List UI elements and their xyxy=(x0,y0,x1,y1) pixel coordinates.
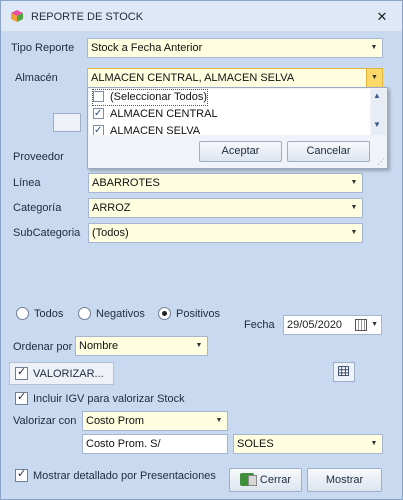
valorizar-con-label: Valorizar con xyxy=(13,415,77,427)
valorizar-label: VALORIZAR... xyxy=(33,368,104,380)
cancelar-button[interactable]: Cancelar xyxy=(287,141,370,162)
costo-label-field[interactable]: Costo Prom. S/ xyxy=(82,434,228,454)
costo-label-value: Costo Prom. S/ xyxy=(86,438,161,450)
list-item[interactable]: ALMACEN CENTRAL xyxy=(93,106,218,122)
tipo-reporte-combo[interactable]: Stock a Fecha Anterior ▼ xyxy=(87,38,383,58)
radio-positivos-label: Positivos xyxy=(176,308,221,320)
cerrar-button[interactable]: Cerrar xyxy=(229,468,302,492)
valorizar-con-combo[interactable]: Costo Prom ▼ xyxy=(82,411,228,431)
almacen-value: ALMACEN CENTRAL, ALMACEN SELVA xyxy=(91,72,295,84)
list-scrollbar[interactable]: ▲ ▼ xyxy=(371,89,386,135)
radio-todos[interactable] xyxy=(16,307,29,320)
mostrar-detallado-checkbox[interactable] xyxy=(15,467,28,482)
list-item-checkbox[interactable] xyxy=(93,123,104,135)
report-window: REPORTE DE STOCK ✕ Tipo Reporte Stock a … xyxy=(0,0,403,500)
scroll-down-icon[interactable]: ▼ xyxy=(373,120,381,129)
radio-negativos-label: Negativos xyxy=(96,308,145,320)
cerrar-label: Cerrar xyxy=(259,474,292,486)
linea-combo[interactable]: ABARROTES ▼ xyxy=(88,173,363,193)
chevron-down-icon[interactable]: ▼ xyxy=(346,224,362,242)
radio-todos-label: Todos xyxy=(34,308,64,320)
ordenar-value: Nombre xyxy=(79,340,119,352)
proveedor-label: Proveedor xyxy=(13,151,64,163)
fecha-value: 29/05/2020 xyxy=(287,319,343,331)
title-bar: REPORTE DE STOCK ✕ xyxy=(1,1,402,31)
grid-icon xyxy=(338,366,349,377)
tipo-reporte-label: Tipo Reporte xyxy=(11,42,75,54)
chevron-down-icon[interactable]: ▼ xyxy=(191,337,207,355)
list-item-label: ALMACEN SELVA xyxy=(110,125,201,135)
mostrar-detallado-label: Mostrar detallado por Presentaciones xyxy=(33,470,216,482)
list-item[interactable]: ALMACEN SELVA xyxy=(93,123,201,135)
list-item-label: ALMACEN CENTRAL xyxy=(110,108,218,120)
subcategoria-combo[interactable]: (Todos) ▼ xyxy=(88,223,363,243)
categoria-label: Categoría xyxy=(13,202,62,214)
list-item-checkbox[interactable] xyxy=(93,106,104,121)
categoria-value: ARROZ xyxy=(92,202,131,214)
categoria-combo[interactable]: ARROZ ▼ xyxy=(88,198,363,218)
ordenar-combo[interactable]: Nombre ▼ xyxy=(75,336,208,356)
aceptar-button[interactable]: Aceptar xyxy=(199,141,282,162)
fecha-picker[interactable]: 29/05/2020 ▼ xyxy=(283,315,382,335)
list-item-checkbox[interactable] xyxy=(93,91,104,102)
cube-app-icon xyxy=(11,10,23,22)
incluir-igv-label: Incluir IGV para valorizar Stock xyxy=(33,393,185,405)
close-button[interactable]: ✕ xyxy=(373,8,391,26)
proveedor-search-button[interactable] xyxy=(53,113,81,132)
valorizar-checkbox[interactable] xyxy=(15,365,28,380)
scroll-up-icon[interactable]: ▲ xyxy=(373,91,381,100)
moneda-combo[interactable]: SOLES ▼ xyxy=(233,434,383,454)
chevron-down-icon[interactable]: ▼ xyxy=(366,69,382,87)
calendar-icon[interactable] xyxy=(355,319,367,331)
linea-value: ABARROTES xyxy=(92,177,160,189)
resize-grip-icon[interactable]: ⋰ xyxy=(377,157,385,166)
list-item[interactable]: (Seleccionar Todos) xyxy=(91,89,209,106)
valorizar-con-value: Costo Prom xyxy=(86,415,145,427)
subcategoria-label: SubCategoria xyxy=(13,227,81,239)
chevron-down-icon[interactable]: ▼ xyxy=(346,174,362,192)
almacen-label: Almacén xyxy=(15,72,58,84)
chevron-down-icon[interactable]: ▼ xyxy=(371,316,378,334)
chevron-down-icon[interactable]: ▼ xyxy=(211,412,227,430)
mostrar-button[interactable]: Mostrar xyxy=(307,468,382,492)
radio-negativos[interactable] xyxy=(78,307,91,320)
chevron-down-icon[interactable]: ▼ xyxy=(346,199,362,217)
almacen-list: (Seleccionar Todos) ALMACEN CENTRAL ALMA… xyxy=(89,89,370,135)
radio-positivos[interactable] xyxy=(158,307,171,320)
chevron-down-icon[interactable]: ▼ xyxy=(366,39,382,57)
list-item-label: (Seleccionar Todos) xyxy=(110,91,208,103)
exit-icon xyxy=(239,473,257,486)
almacen-combo[interactable]: ALMACEN CENTRAL, ALMACEN SELVA ▼ xyxy=(87,68,383,88)
incluir-igv-checkbox[interactable] xyxy=(15,390,28,405)
almacen-dropdown: (Seleccionar Todos) ALMACEN CENTRAL ALMA… xyxy=(87,87,388,169)
subcategoria-value: (Todos) xyxy=(92,227,129,239)
linea-label: Línea xyxy=(13,177,41,189)
moneda-value: SOLES xyxy=(237,438,274,450)
fecha-label: Fecha xyxy=(244,319,275,331)
mostrar-label: Mostrar xyxy=(325,474,364,486)
grid-button[interactable] xyxy=(333,362,355,382)
tipo-reporte-value: Stock a Fecha Anterior xyxy=(91,42,203,54)
ordenar-label: Ordenar por xyxy=(13,341,73,353)
window-title: REPORTE DE STOCK xyxy=(31,11,144,23)
chevron-down-icon[interactable]: ▼ xyxy=(366,435,382,453)
